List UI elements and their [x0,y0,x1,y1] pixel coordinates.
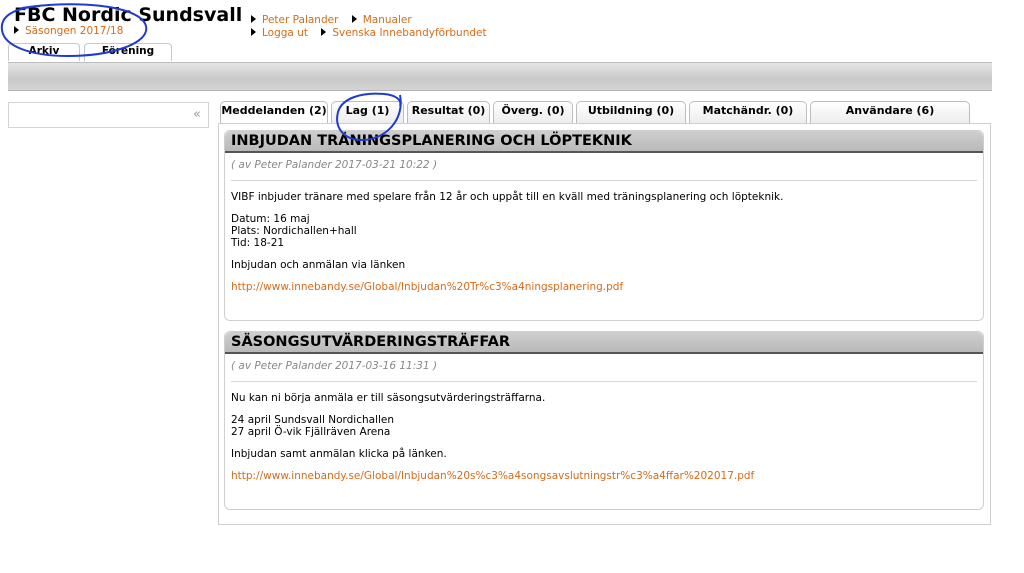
message-detail: Datum: 16 maj [231,213,310,225]
message-meta: ( av Peter Palander 2017-03-21 10:22 ) [231,159,438,171]
manuals-link[interactable]: Manualer [363,14,412,26]
message-meta: ( av Peter Palander 2017-03-16 11:31 ) [231,360,438,372]
tab-resultat[interactable]: Resultat (0) [407,101,490,123]
message-title: INBJUDAN TRÄNINGSPLANERING OCH LÖPTEKNIK [225,131,983,153]
message-note: Inbjudan och anmälan via länken [231,259,406,271]
tab-arkiv[interactable]: Arkiv [8,43,80,61]
season-label: Säsongen 2017/18 [25,25,124,37]
triangle-right-icon [251,15,256,23]
divider [231,381,977,382]
triangle-right-icon [321,28,327,36]
triangle-right-icon [14,26,19,34]
tab-anvandare[interactable]: Användare (6) [810,101,970,123]
top-links-row-2: Logga ut Svenska Innebandyförbundet [251,27,497,39]
season-selector[interactable]: Säsongen 2017/18 [14,25,123,37]
logout-link[interactable]: Logga ut [262,27,308,39]
tab-utbildning[interactable]: Utbildning (0) [576,101,686,123]
message-note: Inbjudan samt anmälan klicka på länken. [231,448,447,460]
message-detail: Tid: 18-21 [231,237,285,249]
message-detail: 27 april Ö-vik Fjällräven Arena [231,426,391,438]
tab-meddelanden[interactable]: Meddelanden (2) [220,101,328,125]
club-title: FBC Nordic Sundsvall [14,4,243,26]
triangle-right-icon [351,15,357,23]
collapse-sidebar-icon[interactable]: « [193,107,201,122]
top-links-row-1: Peter Palander Manualer [251,14,422,26]
message-link[interactable]: http://www.innebandy.se/Global/Inbjudan%… [225,470,983,482]
message-link[interactable]: http://www.innebandy.se/Global/Inbjudan%… [225,281,983,293]
sif-link[interactable]: Svenska Innebandyförbundet [332,27,486,39]
tab-overg[interactable]: Överg. (0) [493,101,573,123]
sidebar-panel [8,102,209,128]
message-detail: 24 april Sundsvall Nordichallen [231,414,395,426]
message-detail: Plats: Nordichallen+hall [231,225,357,237]
divider [231,180,977,181]
user-link[interactable]: Peter Palander [262,14,338,26]
message-card: SÄSONGSUTVÄRDERINGSTRÄFFAR ( av Peter Pa… [224,331,984,510]
message-title: SÄSONGSUTVÄRDERINGSTRÄFFAR [225,332,983,354]
message-intro: VIBF inbjuder tränare med spelare från 1… [231,191,784,203]
triangle-right-icon [251,28,256,36]
tab-forening[interactable]: Förening [84,43,172,61]
message-intro: Nu kan ni börja anmäla er till säsongsut… [231,392,546,404]
tab-lag[interactable]: Lag (1) [331,101,404,123]
message-card: INBJUDAN TRÄNINGSPLANERING OCH LÖPTEKNIK… [224,130,984,321]
tab-matchandr[interactable]: Matchändr. (0) [689,101,807,123]
toolbar-bar [8,62,992,91]
